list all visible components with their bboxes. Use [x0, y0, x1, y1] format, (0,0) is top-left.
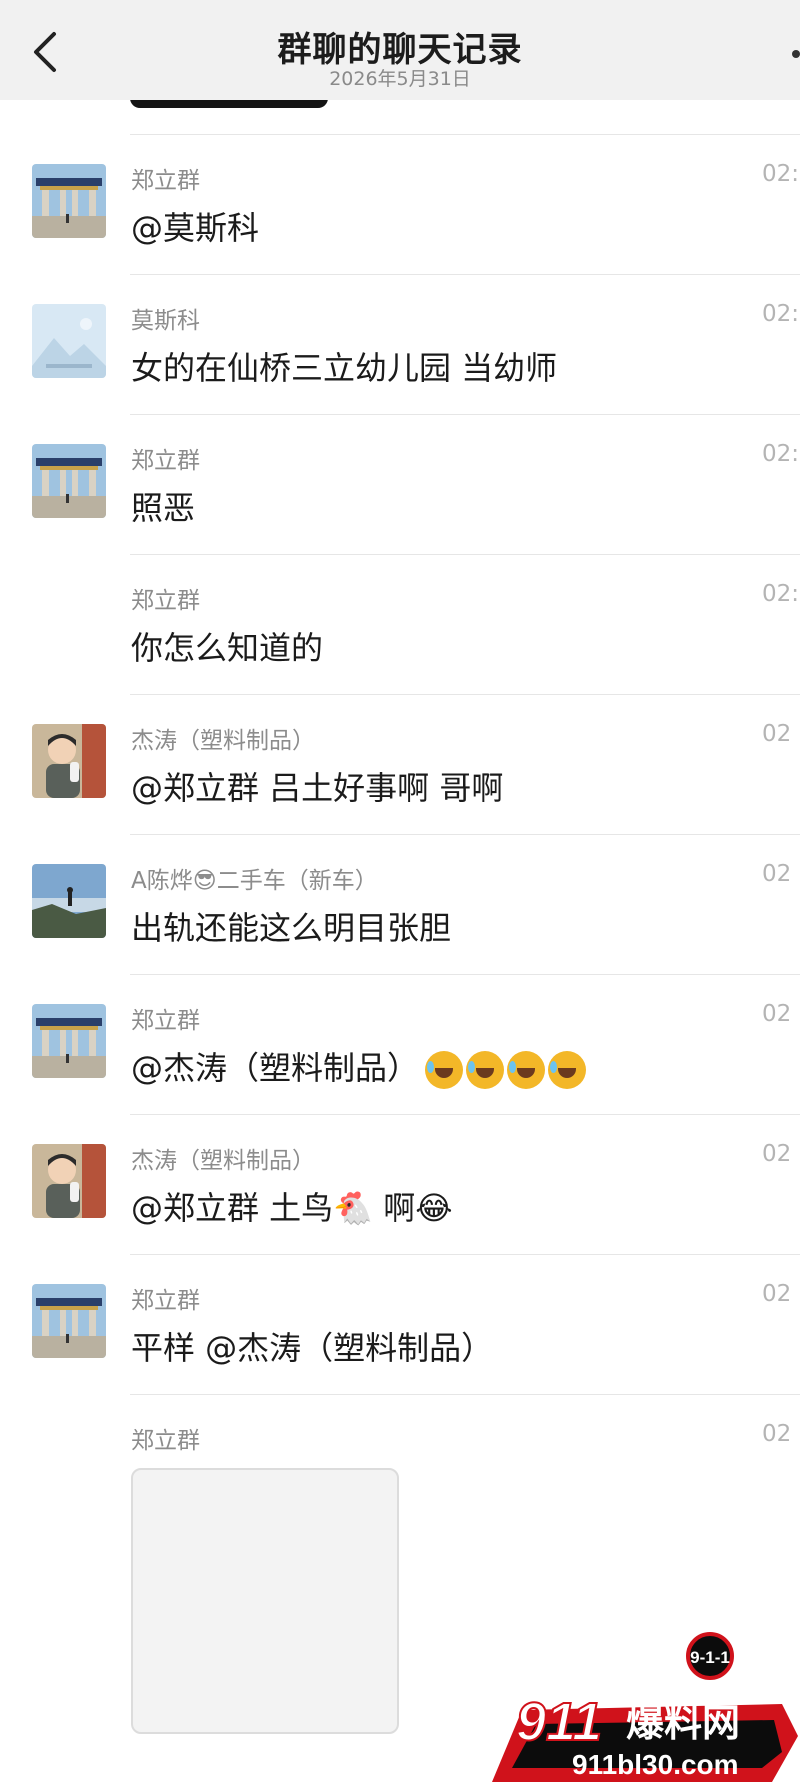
laughing-crying-emoji-icon: [466, 1051, 505, 1089]
message-item: 杰涛（塑料制品） 02 @郑立群 土鸟🐔 啊😂: [0, 1114, 800, 1254]
message-divider: [130, 974, 800, 975]
more-options-icon[interactable]: [792, 50, 800, 58]
message-time: 02: [762, 1141, 792, 1167]
sender-name: 郑立群: [131, 1428, 200, 1454]
gate-avatar[interactable]: [32, 164, 106, 238]
message-divider: [130, 694, 800, 695]
message-text: @杰涛（塑料制品）: [131, 1043, 587, 1089]
message-item: 莫斯科 02: 女的在仙桥三立幼儿园 当幼师: [0, 274, 800, 414]
message-divider: [130, 134, 800, 135]
watermark-logo: 9-1-1 911 爆料网 911bl30.com: [492, 1632, 798, 1782]
laughing-emoji-group: [425, 1051, 587, 1089]
laughing-crying-emoji-icon: [548, 1051, 587, 1089]
sender-name: 郑立群: [131, 1008, 200, 1034]
message-time: 02: [762, 1421, 792, 1447]
child-avatar[interactable]: [32, 724, 106, 798]
sender-name: 郑立群: [131, 448, 200, 474]
message-text: @郑立群 吕土好事啊 哥啊: [131, 769, 504, 807]
message-time: 02: [762, 861, 792, 887]
landscape-placeholder-avatar[interactable]: [32, 304, 106, 378]
message-item: 郑立群 02 @杰涛（塑料制品）: [0, 974, 800, 1114]
laughing-crying-emoji-icon: [425, 1051, 464, 1089]
gate-avatar[interactable]: [32, 444, 106, 518]
message-time: 02:: [762, 161, 800, 187]
message-divider: [130, 1394, 800, 1395]
message-item: 郑立群 02: [0, 1394, 800, 1534]
gate-avatar[interactable]: [32, 1284, 106, 1358]
message-divider: [130, 1114, 800, 1115]
svg-text:爆料网: 爆料网: [626, 1701, 740, 1745]
message-divider: [130, 834, 800, 835]
message-time: 02: [762, 1001, 792, 1027]
message-item: 郑立群 02: 你怎么知道的: [0, 554, 800, 694]
child-avatar[interactable]: [32, 1144, 106, 1218]
message-time: 02:: [762, 581, 800, 607]
message-time: 02: [762, 1281, 792, 1307]
message-text: 照恶: [131, 489, 196, 527]
sender-name: 郑立群: [131, 588, 200, 614]
mountain-avatar[interactable]: [32, 864, 106, 938]
message-time: 02:: [762, 301, 800, 327]
message-time: 02: [762, 721, 792, 747]
chat-history-header: 群聊的聊天记录 2026年5月31日: [0, 0, 800, 100]
message-time: 02:: [762, 441, 800, 467]
message-divider: [130, 1254, 800, 1255]
message-item: A陈烨😎二手车（新车） 02 出轨还能这么明目张胆: [0, 834, 800, 974]
chat-date: 2026年5月31日: [329, 68, 471, 90]
message-text: 女的在仙桥三立幼儿园 当幼师: [131, 349, 558, 387]
message-text: 平样 @杰涛（塑料制品）: [131, 1329, 494, 1367]
message-item: 郑立群 02: @莫斯科: [0, 134, 800, 274]
message-divider: [130, 274, 800, 275]
sender-name: 郑立群: [131, 168, 200, 194]
sender-name: 杰涛（塑料制品）: [131, 1148, 315, 1174]
message-divider: [130, 414, 800, 415]
sender-name: A陈烨😎二手车（新车）: [131, 868, 378, 894]
sender-name: 杰涛（塑料制品）: [131, 728, 315, 754]
sender-name: 郑立群: [131, 1288, 200, 1314]
svg-text:9-1-1: 9-1-1: [690, 1648, 730, 1667]
message-text-body: @杰涛（塑料制品）: [131, 1049, 420, 1087]
message-text: 出轨还能这么明目张胆: [131, 909, 452, 947]
svg-text:911: 911: [516, 1692, 602, 1752]
message-text: @郑立群 土鸟🐔 啊😂: [131, 1189, 453, 1227]
message-item: 杰涛（塑料制品） 02 @郑立群 吕土好事啊 哥啊: [0, 694, 800, 834]
message-item: 郑立群 02 平样 @杰涛（塑料制品）: [0, 1254, 800, 1394]
sender-name: 莫斯科: [131, 308, 200, 334]
message-divider: [130, 554, 800, 555]
message-text: @莫斯科: [131, 209, 260, 247]
message-item: 郑立群 02: 照恶: [0, 414, 800, 554]
gate-avatar[interactable]: [32, 1004, 106, 1078]
message-text: 你怎么知道的: [131, 629, 324, 667]
laughing-crying-emoji-icon: [507, 1051, 546, 1089]
image-message-placeholder[interactable]: [131, 1468, 399, 1734]
svg-text:911bl30.com: 911bl30.com: [572, 1749, 739, 1780]
